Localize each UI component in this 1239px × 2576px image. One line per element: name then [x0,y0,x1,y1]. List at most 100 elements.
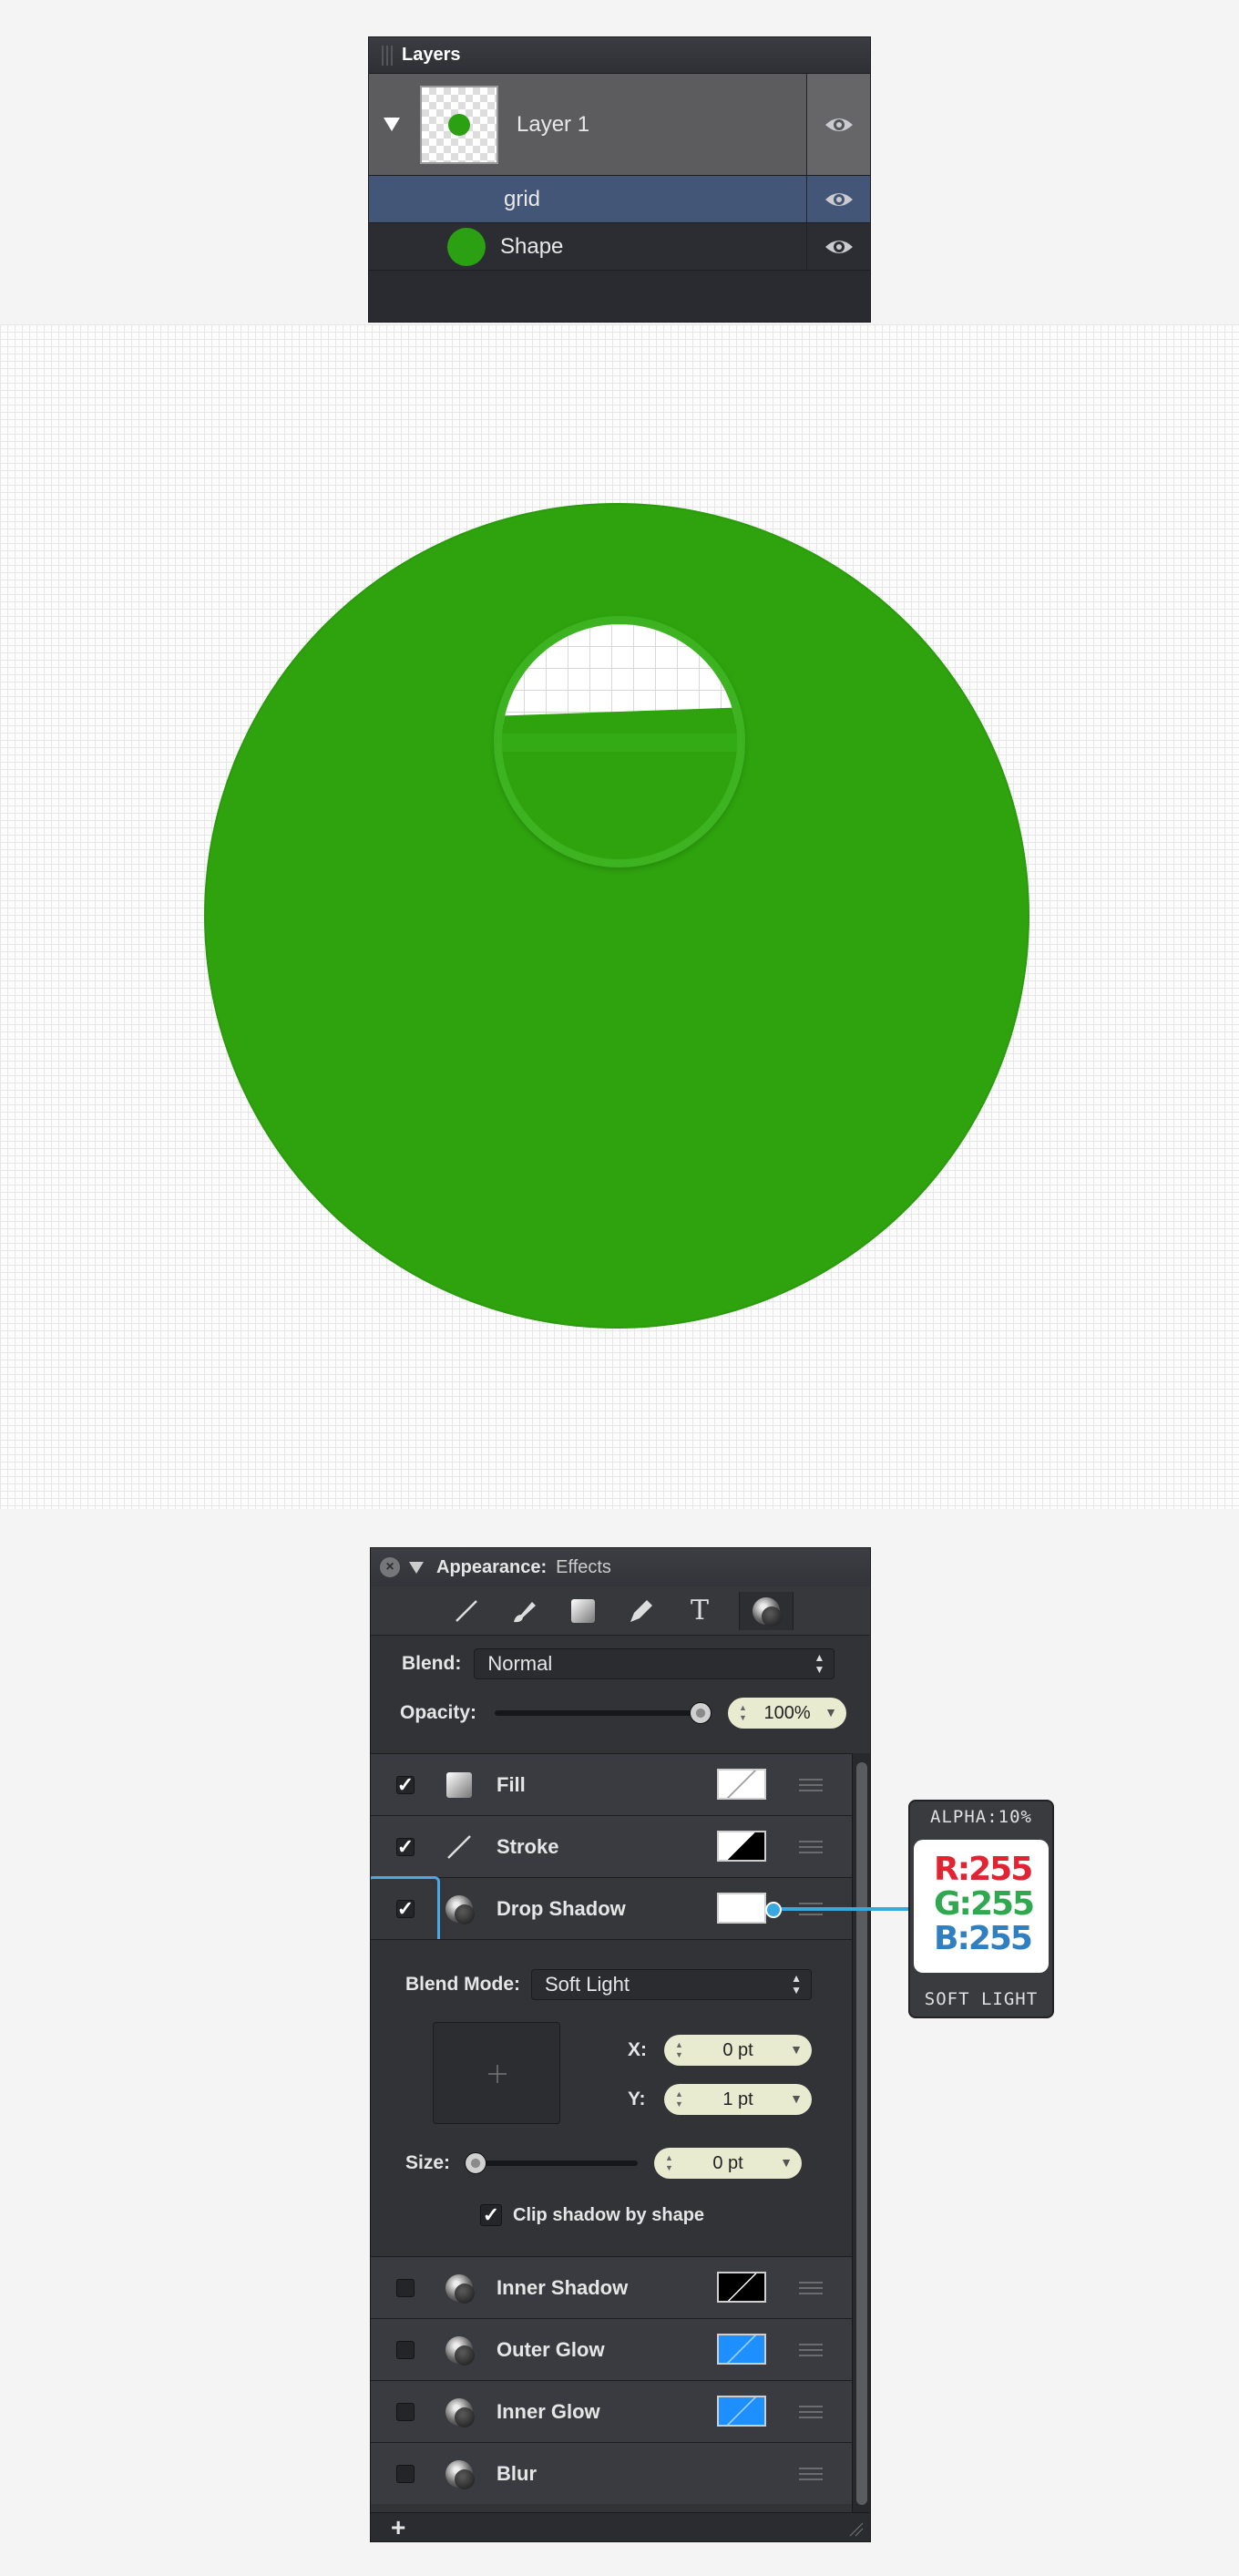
stroke-checkbox[interactable]: ✓ [396,1835,415,1858]
drag-handle-icon[interactable] [799,2468,823,2480]
blend-mode-select[interactable]: Soft Light ▲ ▼ [531,1969,812,2000]
opacity-stepper[interactable]: ▲ ▼ 100% ▼ [728,1698,847,1729]
inner-shadow-icon [444,2273,475,2304]
outer-glow-swatch[interactable] [717,2334,766,2365]
dropdown-arrow-icon[interactable]: ▼ [790,2091,803,2106]
add-effect-button[interactable]: + [391,2513,405,2542]
effect-label: Inner Glow [497,2399,600,2423]
drag-handle-icon[interactable] [799,2406,823,2418]
thumbnail-dot [448,113,470,136]
effect-label: Drop Shadow [497,1896,626,1920]
brush-icon[interactable] [506,1592,544,1630]
drag-handle-icon[interactable] [799,2282,823,2294]
layer-row-shape[interactable]: Shape [369,223,870,271]
appearance-title: Appearance: [436,1556,548,1577]
drop-shadow-settings: Blend Mode: Soft Light ▲ ▼ X: ▲ ▼ 0 pt ▼ Y… [371,1939,854,2232]
effect-row-outer-glow[interactable]: Outer Glow [371,2318,854,2380]
inner-shadow-swatch[interactable] [717,2272,766,2303]
effect-label: Inner Shadow [497,2275,629,2299]
visibility-eye-icon[interactable] [806,74,870,175]
visibility-eye-icon[interactable] [806,176,870,222]
disclosure-triangle-icon[interactable] [384,118,400,131]
appearance-panel: × Appearance: Effects T Blend: Normal ▲ ▼… [370,1547,871,2542]
y-value: 1 pt [722,2089,753,2109]
x-stepper[interactable]: ▲ ▼ 0 pt ▼ [664,2035,812,2066]
blur-checkbox[interactable] [396,2464,415,2483]
layers-title: Layers [402,45,461,65]
stepper-arrows-icon[interactable]: ▲ ▼ [675,2040,683,2060]
updown-arrows-icon: ▲ ▼ [791,1972,802,1996]
drag-handle-icon[interactable] [799,1841,823,1853]
stepper-arrows-icon[interactable]: ▲ ▼ [675,2089,683,2109]
outer-glow-checkbox[interactable] [396,2340,415,2359]
effect-row-blur[interactable]: Blur [371,2442,854,2504]
small-circle-shape[interactable] [494,616,745,867]
x-label: X: [628,2039,647,2060]
dropdown-arrow-icon[interactable]: ▼ [780,2155,793,2170]
shape-color-dot [447,227,486,266]
drag-grip-icon[interactable] [382,45,393,66]
size-slider-knob[interactable] [465,2152,487,2174]
fill-checkbox[interactable]: ✓ [396,1773,415,1796]
effect-row-inner-shadow[interactable]: Inner Shadow [371,2256,854,2318]
fill-swatch[interactable] [717,1769,766,1800]
layer-name[interactable]: grid [504,187,540,212]
effect-row-stroke[interactable]: ✓ Stroke [371,1815,854,1877]
scrollbar[interactable] [852,1753,870,2514]
inner-glow-swatch[interactable] [717,2396,766,2427]
appearance-header[interactable]: × Appearance: Effects [371,1548,870,1586]
crosshair-icon [488,2065,507,2083]
close-icon[interactable]: × [380,1557,400,1577]
blend-mode-value: Soft Light [545,1973,630,1996]
highlight-outline [371,1876,440,1945]
x-row: X: ▲ ▼ 0 pt ▼ [628,2035,812,2066]
layer-name[interactable]: Layer 1 [517,112,589,138]
stroke-swatch[interactable] [717,1831,766,1862]
stepper-arrows-icon[interactable]: ▲ ▼ [665,2153,673,2173]
shadow-offset-pad[interactable] [433,2022,560,2124]
pen-icon[interactable] [622,1592,660,1630]
alpha-text: ALPHA:10% [930,1807,1032,1827]
blend-select[interactable]: Normal ▲ ▼ [474,1648,835,1679]
opacity-row: Opacity: ▲ ▼ 100% ▼ [400,1698,847,1729]
dropdown-arrow-icon[interactable]: ▼ [790,2042,803,2057]
opacity-slider-knob[interactable] [690,1702,712,1724]
stepper-arrows-icon[interactable]: ▲ ▼ [739,1703,747,1723]
size-label: Size: [405,2152,451,2173]
y-row: Y: ▲ ▼ 1 pt ▼ [628,2084,812,2115]
layer-row-layer1[interactable]: Layer 1 [369,74,870,176]
clip-shadow-checkbox[interactable]: ✓ [480,2203,502,2226]
design-canvas[interactable] [0,324,1239,1509]
layer-thumbnail [420,85,498,164]
layer-row-grid[interactable]: grid [369,176,870,223]
drag-handle-icon[interactable] [799,2344,823,2356]
inner-glow-checkbox[interactable] [396,2402,415,2421]
text-icon[interactable]: T [681,1592,719,1630]
collapse-triangle-icon[interactable] [409,1561,424,1574]
stroke-tool-icon[interactable] [447,1592,486,1630]
opacity-slider[interactable] [495,1702,712,1724]
resize-grip-icon[interactable] [846,2520,865,2538]
fill-square-icon[interactable] [564,1592,602,1630]
effect-label: Blur [497,2461,537,2485]
green-value: G:255 [934,1885,1035,1923]
effects-icon[interactable] [739,1591,794,1630]
drag-handle-icon[interactable] [799,1779,823,1791]
drop-shadow-swatch[interactable] [717,1893,766,1924]
dropdown-arrow-icon[interactable]: ▼ [824,1705,837,1719]
scrollbar-thumb[interactable] [856,1762,867,2505]
effect-label: Stroke [497,1834,559,1858]
size-stepper[interactable]: ▲ ▼ 0 pt ▼ [654,2148,803,2179]
size-slider[interactable] [465,2152,639,2174]
layers-titlebar[interactable]: Layers [369,37,870,74]
y-stepper[interactable]: ▲ ▼ 1 pt ▼ [664,2084,812,2115]
layer-name[interactable]: Shape [500,234,563,260]
inner-shadow-checkbox[interactable] [396,2278,415,2297]
blend-label: Blend: [402,1653,462,1674]
effect-ball [445,2459,475,2489]
effects-ball [753,1596,782,1627]
effect-row-fill[interactable]: ✓ Fill [371,1753,854,1815]
visibility-eye-icon[interactable] [806,223,870,270]
effect-row-inner-glow[interactable]: Inner Glow [371,2380,854,2442]
updown-arrows-icon: ▲ ▼ [814,1651,825,1676]
